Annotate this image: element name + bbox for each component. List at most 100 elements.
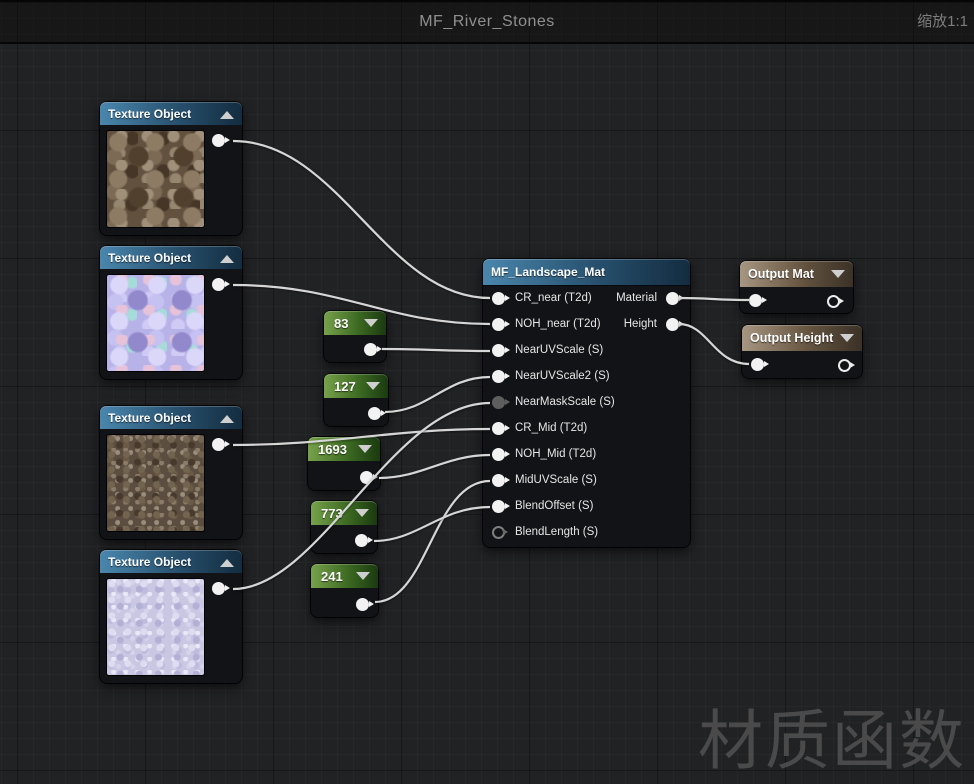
input-row-miduvscale: MidUVScale (S): [483, 467, 690, 493]
wire-const1693-nohmid[interactable]: [378, 453, 491, 480]
input-row-nearmaskscale: NearMaskScale (S): [483, 389, 690, 415]
output-pin[interactable]: [364, 343, 382, 356]
constant-node-1693[interactable]: 1693: [308, 437, 380, 490]
material-graph-canvas[interactable]: Texture Object Texture Object Texture Ob…: [0, 0, 974, 784]
output-pin[interactable]: [212, 278, 230, 291]
input-pin[interactable]: [492, 499, 510, 513]
constant-value: 83: [334, 315, 349, 331]
constant-value: 241: [321, 568, 343, 584]
output-pin[interactable]: [355, 534, 373, 547]
expand-arrow-icon[interactable]: [364, 319, 378, 327]
pin-label: BlendOffset (S): [515, 500, 594, 512]
output-pin[interactable]: [212, 582, 230, 595]
wire-const241-miduvscale[interactable]: [374, 479, 491, 604]
node-header[interactable]: Texture Object: [100, 102, 242, 125]
constant-node-127[interactable]: 127: [324, 374, 388, 426]
constant-value: 773: [321, 505, 343, 521]
pin-label: NOH_near (T2d): [515, 318, 601, 330]
wire-tex1-crnear[interactable]: [232, 139, 491, 300]
output-pin[interactable]: [666, 291, 684, 305]
wire-tex4-nearmaskscale[interactable]: [232, 401, 491, 591]
input-row-blendlength: BlendLength (S): [483, 519, 690, 545]
expand-arrow-icon[interactable]: [840, 334, 854, 342]
input-pin[interactable]: [492, 525, 508, 539]
input-pin[interactable]: [751, 358, 769, 371]
expand-arrow-icon[interactable]: [356, 572, 370, 580]
pin-label: Height: [623, 318, 657, 330]
collapse-arrow-icon[interactable]: [220, 414, 234, 423]
constant-node-773[interactable]: 773: [311, 501, 377, 553]
pin-label: NearUVScale2 (S): [515, 370, 610, 382]
texture-preview[interactable]: [107, 579, 204, 675]
constant-value: 127: [334, 378, 356, 394]
collapse-arrow-icon[interactable]: [220, 254, 234, 263]
pin-label: MidUVScale (S): [515, 474, 597, 486]
node-header[interactable]: Texture Object: [100, 406, 242, 429]
node-title: Texture Object: [108, 106, 192, 121]
node-header[interactable]: MF_Landscape_Mat: [483, 259, 690, 286]
output-pin[interactable]: [827, 295, 844, 308]
mf-landscape-mat-node[interactable]: MF_Landscape_Mat CR_near (T2d) NOH_near …: [483, 259, 690, 547]
expand-arrow-icon[interactable]: [831, 270, 845, 278]
zoom-level-label: 缩放1:1: [917, 13, 968, 30]
input-pin[interactable]: [492, 395, 510, 409]
constant-node-83[interactable]: 83: [324, 311, 386, 362]
output-pin[interactable]: [666, 317, 684, 331]
pin-label: NearMaskScale (S): [515, 396, 615, 408]
output-pin[interactable]: [356, 598, 374, 611]
node-title: MF_Landscape_Mat: [491, 265, 606, 279]
output-pin[interactable]: [212, 134, 230, 147]
output-mat-node[interactable]: Output Mat: [740, 261, 853, 313]
collapse-arrow-icon[interactable]: [220, 558, 234, 567]
input-pin[interactable]: [492, 421, 510, 435]
wire-const773-blendoffset[interactable]: [373, 505, 491, 543]
input-pin[interactable]: [492, 473, 510, 487]
node-header[interactable]: 773: [311, 501, 377, 525]
node-header[interactable]: 127: [324, 374, 388, 398]
node-title: Texture Object: [108, 554, 192, 569]
graph-title: MF_River_Stones: [419, 13, 555, 30]
node-header[interactable]: 83: [324, 311, 386, 335]
output-height-node[interactable]: Output Height: [742, 325, 862, 378]
texture-preview[interactable]: [107, 435, 204, 531]
node-header[interactable]: 241: [311, 564, 378, 588]
input-pin[interactable]: [492, 447, 510, 461]
input-pin[interactable]: [492, 343, 510, 357]
texture-object-node-4[interactable]: Texture Object: [100, 550, 242, 683]
expand-arrow-icon[interactable]: [355, 509, 369, 517]
input-row-cr-mid: CR_Mid (T2d): [483, 415, 690, 441]
input-row-nearuvscale2: NearUVScale2 (S): [483, 363, 690, 389]
node-header[interactable]: Output Mat: [740, 261, 853, 287]
pin-label: Material: [616, 292, 657, 304]
input-pin[interactable]: [492, 369, 510, 383]
node-title: Texture Object: [108, 250, 192, 265]
node-title: Texture Object: [108, 410, 192, 425]
pin-label: CR_Mid (T2d): [515, 422, 588, 434]
output-pin[interactable]: [368, 407, 386, 420]
node-title: Output Mat: [748, 267, 814, 281]
collapse-arrow-icon[interactable]: [220, 110, 234, 119]
input-pin[interactable]: [492, 291, 510, 305]
node-header[interactable]: Texture Object: [100, 246, 242, 269]
node-header[interactable]: Texture Object: [100, 550, 242, 573]
node-header[interactable]: 1693: [308, 437, 380, 461]
output-pin[interactable]: [212, 438, 230, 451]
pin-label: BlendLength (S): [515, 526, 599, 538]
texture-object-node-2[interactable]: Texture Object: [100, 246, 242, 379]
expand-arrow-icon[interactable]: [358, 445, 372, 453]
texture-object-node-1[interactable]: Texture Object: [100, 102, 242, 235]
pin-label: NOH_Mid (T2d): [515, 448, 597, 460]
input-pin[interactable]: [749, 294, 767, 307]
expand-arrow-icon[interactable]: [366, 382, 380, 390]
wire-const83-nearuvscale[interactable]: [381, 347, 491, 353]
wire-const127-nearuvscale2[interactable]: [384, 375, 491, 414]
output-pin[interactable]: [360, 471, 378, 484]
texture-preview[interactable]: [107, 275, 204, 371]
texture-object-node-3[interactable]: Texture Object: [100, 406, 242, 539]
texture-preview[interactable]: [107, 131, 204, 227]
constant-node-241[interactable]: 241: [311, 564, 378, 617]
graph-title-bar: MF_River_Stones: [0, 0, 974, 44]
node-header[interactable]: Output Height: [742, 325, 862, 351]
input-pin[interactable]: [492, 317, 510, 331]
output-pin[interactable]: [838, 359, 855, 372]
